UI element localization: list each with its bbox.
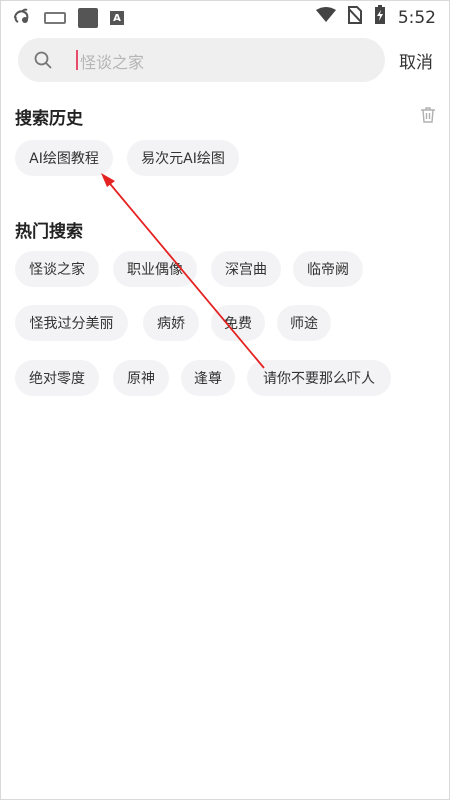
hot-chip[interactable]: 免费	[211, 305, 265, 341]
history-chip[interactable]: AI绘图教程	[15, 140, 113, 176]
hot-chip[interactable]: 原神	[113, 360, 169, 396]
hot-chip[interactable]: 绝对零度	[15, 360, 99, 396]
status-bar: A 5:52	[0, 0, 450, 32]
no-sim-icon	[347, 6, 363, 29]
hot-chip[interactable]: 临帝阙	[293, 251, 363, 287]
hot-chip[interactable]: 请你不要那么吓人	[247, 360, 391, 396]
search-placeholder: 怪谈之家	[80, 53, 145, 72]
cancel-button[interactable]: 取消	[399, 48, 433, 73]
history-chip[interactable]: 易次元AI绘图	[127, 140, 239, 176]
ab-icon: A	[110, 11, 124, 25]
app-square-icon	[78, 8, 98, 28]
hot-chip[interactable]: 病娇	[143, 305, 199, 341]
hot-chip[interactable]: 怪谈之家	[15, 251, 99, 287]
search-icon	[34, 51, 52, 73]
text-cursor	[76, 50, 78, 70]
hot-chip[interactable]: 怪我过分美丽	[15, 305, 128, 341]
search-input[interactable]: 怪谈之家	[18, 38, 385, 82]
hot-chip[interactable]: 职业偶像	[113, 251, 197, 287]
battery-charging-icon	[374, 5, 386, 30]
history-title: 搜索历史	[15, 109, 83, 129]
hot-chip[interactable]: 深宫曲	[211, 251, 281, 287]
uc-browser-icon	[12, 6, 32, 30]
keyboard-icon	[44, 12, 66, 24]
trash-icon[interactable]	[420, 106, 436, 127]
hot-title: 热门搜索	[15, 222, 83, 242]
hot-chip[interactable]: 师途	[277, 305, 331, 341]
hot-chip[interactable]: 逢尊	[181, 360, 235, 396]
clock-time: 5:52	[397, 7, 436, 28]
wifi-icon	[315, 7, 336, 28]
